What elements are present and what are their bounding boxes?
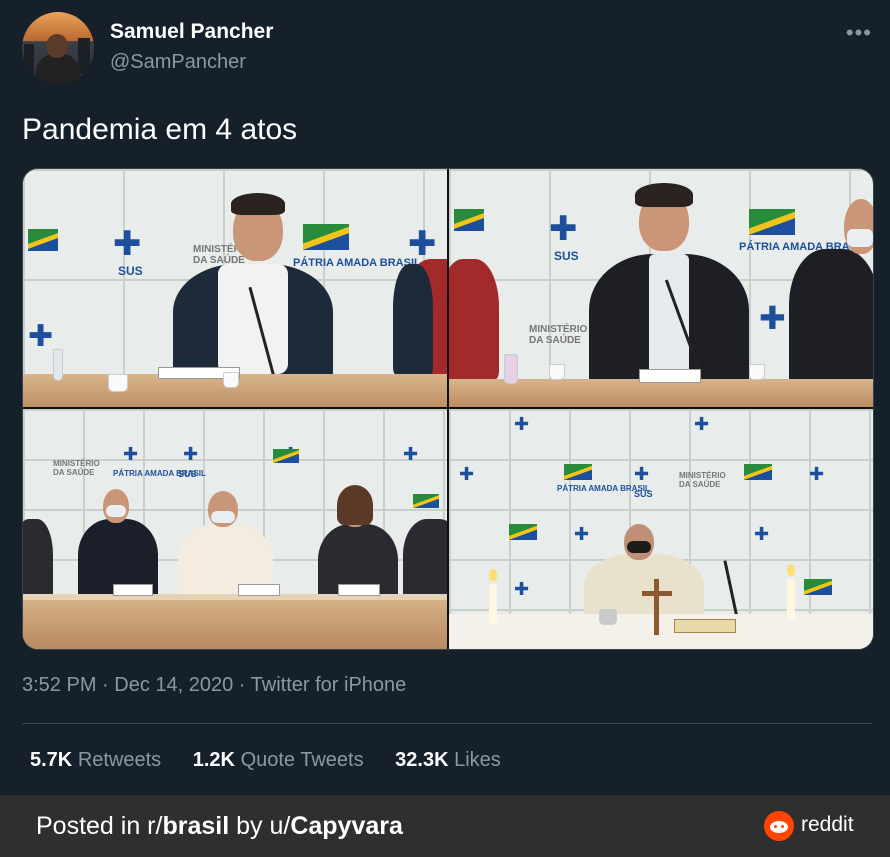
tweet-source[interactable]: Twitter for iPhone — [251, 674, 407, 696]
reddit-logo-icon — [764, 811, 794, 841]
retweets-label: Retweets — [77, 749, 162, 771]
brasil-sign: PÁTRIA AMADA BRASIL — [557, 484, 650, 493]
media-panel-2[interactable]: ✚ SUS ✚ PÁTRIA AMADA BRASIL MINISTÉRIO D… — [449, 169, 873, 407]
retweets-count: 5.7K — [30, 749, 73, 771]
candle — [489, 584, 497, 624]
ministerio-sign: MINISTÉRIO DA SAÚDE — [529, 324, 588, 346]
sus-sign: SUS — [554, 249, 579, 263]
tweet-date[interactable]: Dec 14, 2020 — [114, 674, 233, 696]
book — [674, 619, 736, 633]
ministerio-sign: MINISTÉRIO DA SAÚDE — [53, 459, 100, 477]
username-link[interactable]: Capyvara — [290, 812, 403, 840]
brasil-sign: PÁTRIA AMADA BRASIL — [113, 469, 206, 478]
name-plate — [639, 369, 701, 383]
posted-prefix: Posted in r/ — [36, 812, 163, 840]
author-name[interactable]: Samuel Pancher — [110, 20, 273, 44]
likes-stat[interactable]: 32.3K Likes — [395, 749, 501, 771]
tweet-text: Pandemia em 4 atos — [22, 113, 298, 146]
media-panel-1[interactable]: ✚ SUS ✚ ✚ PÁTRIA AMADA BRASIL MINISTÉRIO… — [23, 169, 447, 407]
user-avatar-photo[interactable] — [22, 12, 94, 84]
quote-tweets-stat[interactable]: 1.2K Quote Tweets — [193, 749, 364, 771]
tweet-media-collage[interactable]: ✚ SUS ✚ ✚ PÁTRIA AMADA BRASIL MINISTÉRIO… — [22, 168, 874, 650]
quotes-label: Quote Tweets — [240, 749, 364, 771]
quotes-count: 1.2K — [192, 749, 235, 771]
by-prefix: by u/ — [229, 812, 291, 840]
media-panel-3[interactable]: ✚ ✚ ✚ ✚ SUS MINISTÉRIO DA SAÚDE PÁTRIA A… — [23, 409, 447, 649]
posted-in-text: Posted in r/brasil by u/Capyvara — [36, 812, 403, 841]
media-panel-4[interactable]: ✚ ✚ ✚ ✚ ✚ ✚ ✚ ✚ SUS MINISTÉRIO DA SAÚDE … — [449, 409, 873, 649]
tweet-time[interactable]: 3:52 PM — [22, 674, 96, 696]
name-plate — [113, 584, 153, 596]
likes-count: 32.3K — [395, 749, 449, 771]
reddit-wordmark: reddit — [801, 813, 854, 836]
tweet-card: Samuel Pancher @SamPancher ••• Pandemia … — [0, 0, 890, 795]
divider — [22, 723, 872, 724]
crucifix — [654, 579, 659, 635]
reddit-footer: Posted in r/brasil by u/Capyvara reddit — [0, 795, 890, 857]
retweets-stat[interactable]: 5.7K Retweets — [30, 749, 161, 771]
likes-label: Likes — [454, 749, 501, 771]
tweet-meta: 3:52 PM · Dec 14, 2020 · Twitter for iPh… — [22, 674, 407, 696]
subreddit-link[interactable]: brasil — [162, 812, 229, 840]
more-options-icon[interactable]: ••• — [846, 20, 872, 46]
sus-sign: SUS — [118, 264, 143, 278]
tweet-stats: 5.7K Retweets 1.2K Quote Tweets 32.3K Li… — [30, 749, 527, 772]
author-handle[interactable]: @SamPancher — [110, 51, 246, 74]
ministerio-sign: MINISTÉRIO DA SAÚDE — [679, 471, 726, 489]
